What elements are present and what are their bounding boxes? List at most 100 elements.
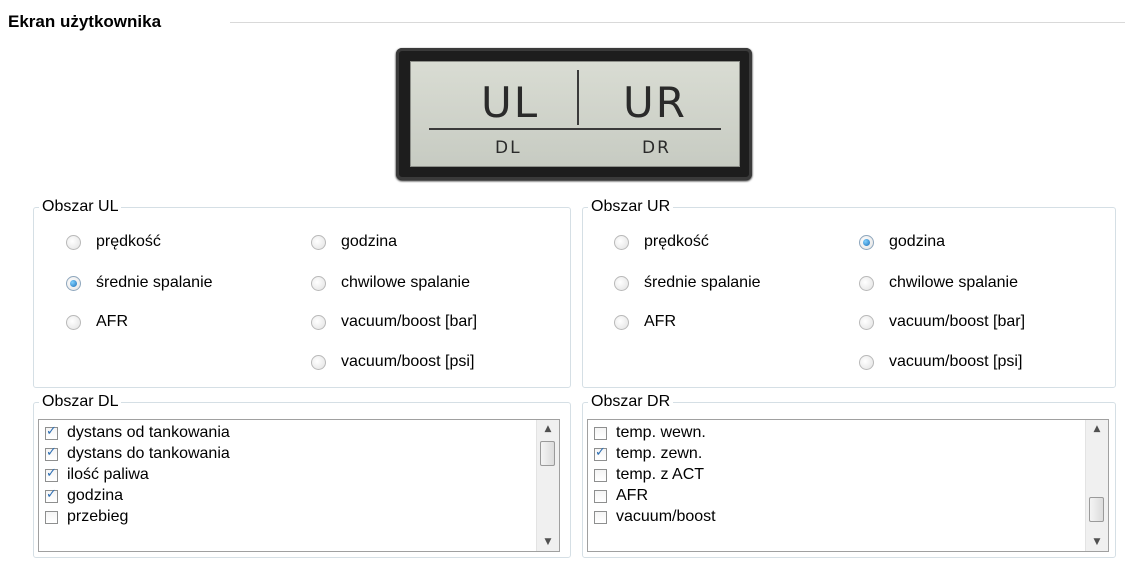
radio-ur-afr[interactable]: AFR bbox=[614, 311, 676, 333]
radio-button[interactable] bbox=[614, 275, 629, 291]
radio-label: prędkość bbox=[96, 233, 161, 250]
checkbox[interactable] bbox=[45, 487, 58, 503]
list-item-label: temp. wewn. bbox=[616, 424, 706, 441]
radio-label: vacuum/boost [psi] bbox=[341, 353, 475, 370]
radio-label: vacuum/boost [psi] bbox=[889, 353, 1023, 370]
group-title-ul: Obszar UL bbox=[39, 198, 122, 216]
checkbox[interactable] bbox=[45, 445, 58, 461]
checkbox[interactable] bbox=[45, 510, 58, 524]
list-item-label: vacuum/boost bbox=[616, 508, 716, 525]
radio-button[interactable] bbox=[859, 234, 874, 250]
scroll-up-icon[interactable]: ▲ bbox=[537, 420, 559, 438]
radio-ul-godzina[interactable]: godzina bbox=[311, 231, 397, 253]
radio-button[interactable] bbox=[614, 314, 629, 330]
radio-ul-srednie-spalanie[interactable]: średnie spalanie bbox=[66, 272, 213, 294]
radio-label: prędkość bbox=[644, 233, 709, 250]
list-item-dystans-od-tankowania[interactable]: dystans od tankowania bbox=[45, 423, 230, 443]
checkbox[interactable] bbox=[594, 510, 607, 524]
scroll-up-icon[interactable]: ▲ bbox=[1086, 420, 1108, 438]
checkbox[interactable] bbox=[594, 468, 607, 482]
radio-label: średnie spalanie bbox=[644, 274, 761, 291]
checklist-dr[interactable]: temp. wewn. temp. zewn. temp. z ACT AFR … bbox=[587, 419, 1109, 552]
radio-ur-chwilowe-spalanie[interactable]: chwilowe spalanie bbox=[859, 272, 1018, 294]
list-item-label: przebieg bbox=[67, 508, 129, 525]
radio-ur-predkosc[interactable]: prędkość bbox=[614, 231, 709, 253]
list-item-label: temp. z ACT bbox=[616, 466, 705, 483]
list-item-label: temp. zewn. bbox=[616, 445, 703, 462]
list-item-przebieg[interactable]: przebieg bbox=[45, 507, 128, 527]
radio-ur-godzina[interactable]: godzina bbox=[859, 231, 945, 253]
list-item-vacuum-boost[interactable]: vacuum/boost bbox=[594, 507, 716, 527]
radio-label: godzina bbox=[341, 233, 398, 250]
radio-label: chwilowe spalanie bbox=[341, 274, 470, 291]
group-title-dr: Obszar DR bbox=[588, 393, 674, 411]
radio-label: AFR bbox=[644, 313, 676, 330]
outer-group-border bbox=[230, 22, 1125, 23]
radio-button[interactable] bbox=[66, 234, 81, 250]
scroll-thumb[interactable] bbox=[1089, 497, 1104, 522]
lcd-label-dr: DR bbox=[642, 138, 671, 158]
radio-button[interactable] bbox=[66, 314, 81, 330]
lcd-screen: UL UR DL DR bbox=[410, 61, 740, 167]
scroll-down-icon[interactable]: ▼ bbox=[1086, 533, 1108, 551]
list-item-dystans-do-tankowania[interactable]: dystans do tankowania bbox=[45, 444, 230, 464]
lcd-label-ur: UR bbox=[623, 78, 687, 127]
radio-ur-vacuum-boost-bar[interactable]: vacuum/boost [bar] bbox=[859, 311, 1025, 333]
radio-ur-vacuum-boost-psi[interactable]: vacuum/boost [psi] bbox=[859, 351, 1022, 373]
scroll-down-icon[interactable]: ▼ bbox=[537, 533, 559, 551]
checkbox[interactable] bbox=[45, 466, 58, 482]
radio-button[interactable] bbox=[859, 314, 874, 330]
group-obszar-ur: Obszar UR prędkość średnie spalanie AFR … bbox=[582, 198, 1116, 388]
checklist-dl[interactable]: dystans od tankowania dystans do tankowa… bbox=[38, 419, 560, 552]
radio-label: godzina bbox=[889, 233, 946, 250]
radio-label: AFR bbox=[96, 313, 128, 330]
group-title-ur: Obszar UR bbox=[588, 198, 674, 216]
lcd-label-ul: UL bbox=[481, 78, 540, 127]
checkbox[interactable] bbox=[594, 445, 607, 461]
radio-ul-vacuum-boost-psi[interactable]: vacuum/boost [psi] bbox=[311, 351, 474, 373]
list-item-godzina[interactable]: godzina bbox=[45, 486, 123, 506]
scroll-thumb[interactable] bbox=[540, 441, 555, 466]
radio-button[interactable] bbox=[859, 275, 874, 291]
list-item-label: godzina bbox=[67, 487, 124, 504]
lcd-label-dl: DL bbox=[495, 138, 522, 158]
lcd-divider-horizontal bbox=[429, 128, 721, 130]
radio-ul-chwilowe-spalanie[interactable]: chwilowe spalanie bbox=[311, 272, 470, 294]
radio-ul-predkosc[interactable]: prędkość bbox=[66, 231, 161, 253]
list-item-temp-z-act[interactable]: temp. z ACT bbox=[594, 465, 704, 485]
list-item-label: AFR bbox=[616, 487, 648, 504]
radio-button[interactable] bbox=[311, 275, 326, 291]
radio-label: vacuum/boost [bar] bbox=[341, 313, 478, 330]
radio-label: chwilowe spalanie bbox=[889, 274, 1018, 291]
checkbox[interactable] bbox=[594, 426, 607, 440]
list-item-ilosc-paliwa[interactable]: ilość paliwa bbox=[45, 465, 149, 485]
radio-ul-afr[interactable]: AFR bbox=[66, 311, 128, 333]
lcd-divider-vertical bbox=[577, 70, 579, 125]
radio-button[interactable] bbox=[311, 314, 326, 330]
radio-button[interactable] bbox=[66, 275, 81, 291]
scrollbar-dr[interactable]: ▲ ▼ bbox=[1085, 420, 1108, 551]
group-obszar-ul: Obszar UL prędkość średnie spalanie AFR … bbox=[33, 198, 571, 388]
checkbox[interactable] bbox=[45, 424, 58, 440]
radio-label: średnie spalanie bbox=[96, 274, 213, 291]
list-item-temp-wewn[interactable]: temp. wewn. bbox=[594, 423, 706, 443]
list-item-label: dystans do tankowania bbox=[67, 445, 230, 462]
radio-ur-srednie-spalanie[interactable]: średnie spalanie bbox=[614, 272, 761, 294]
list-item-label: dystans od tankowania bbox=[67, 424, 230, 441]
scrollbar-dl[interactable]: ▲ ▼ bbox=[536, 420, 559, 551]
screen-title: Ekran użytkownika bbox=[8, 12, 162, 31]
list-item-temp-zewn[interactable]: temp. zewn. bbox=[594, 444, 702, 464]
radio-button[interactable] bbox=[614, 234, 629, 250]
group-title-dl: Obszar DL bbox=[39, 393, 122, 411]
lcd-preview: UL UR DL DR bbox=[396, 48, 752, 180]
radio-ul-vacuum-boost-bar[interactable]: vacuum/boost [bar] bbox=[311, 311, 477, 333]
radio-button[interactable] bbox=[311, 234, 326, 250]
group-obszar-dr: Obszar DR temp. wewn. temp. zewn. temp. … bbox=[582, 393, 1116, 558]
checkbox[interactable] bbox=[594, 489, 607, 503]
list-item-afr[interactable]: AFR bbox=[594, 486, 648, 506]
radio-button[interactable] bbox=[311, 354, 326, 370]
list-item-label: ilość paliwa bbox=[67, 466, 149, 483]
group-obszar-dl: Obszar DL dystans od tankowania dystans … bbox=[33, 393, 571, 558]
radio-button[interactable] bbox=[859, 354, 874, 370]
radio-label: vacuum/boost [bar] bbox=[889, 313, 1026, 330]
